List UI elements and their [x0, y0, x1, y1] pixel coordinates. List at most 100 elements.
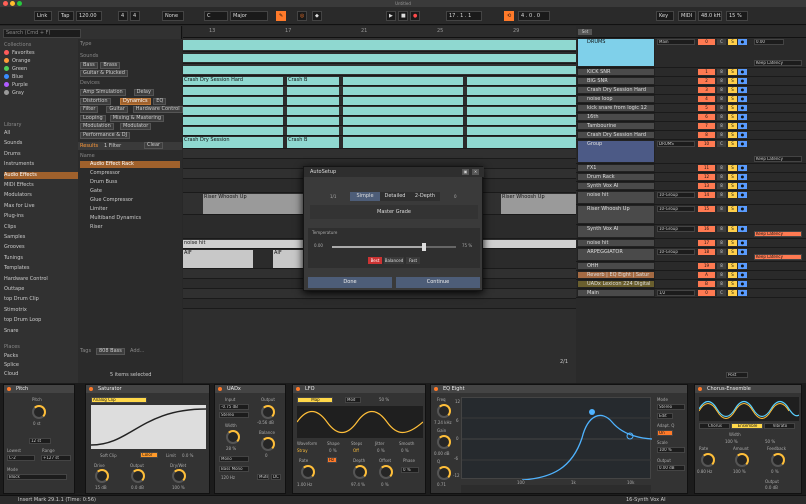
- arrangement-clip[interactable]: [183, 87, 283, 95]
- arm-button[interactable]: ●: [738, 165, 747, 171]
- solo-button[interactable]: S: [728, 114, 737, 120]
- places-item[interactable]: Cloud: [4, 371, 18, 378]
- device-filter-chip[interactable]: Delay: [133, 89, 154, 96]
- post-fader-toggle[interactable]: Post: [726, 372, 748, 378]
- latency-ms-field[interactable]: 0.00: [754, 39, 784, 45]
- arrangement-clip[interactable]: [183, 127, 283, 135]
- drywet-knob[interactable]: [172, 469, 186, 483]
- arrangement-clip[interactable]: [287, 97, 339, 105]
- arm-button[interactable]: ●: [738, 290, 747, 296]
- metronome-icon[interactable]: ◎: [297, 11, 307, 21]
- library-item[interactable]: Clips: [4, 224, 16, 231]
- ensemble-mode-button[interactable]: Ensemble: [731, 423, 763, 429]
- places-item[interactable]: Packs: [4, 353, 18, 360]
- play-icon[interactable]: ▶: [386, 11, 396, 21]
- arrangement-clip[interactable]: [183, 54, 576, 62]
- arrangement-track[interactable]: [183, 38, 576, 52]
- pan-value[interactable]: 8: [717, 249, 726, 255]
- track-name[interactable]: Crash Dry Session Hard: [577, 86, 655, 94]
- solo-button[interactable]: S: [728, 192, 737, 198]
- arm-button[interactable]: ●: [738, 206, 747, 212]
- solo-button[interactable]: S: [728, 132, 737, 138]
- uadx-output-knob[interactable]: [261, 405, 275, 419]
- track-number[interactable]: 11: [698, 165, 715, 171]
- places-item[interactable]: Splice: [4, 362, 19, 369]
- keep-latency-toggle[interactable]: Keep Latency: [754, 231, 802, 237]
- loop-switch-icon[interactable]: ⟲: [504, 11, 514, 21]
- track-name[interactable]: Main: [577, 289, 655, 297]
- solo-button[interactable]: S: [728, 226, 737, 232]
- track-number[interactable]: 10: [698, 141, 715, 147]
- library-item[interactable]: Stimotrix: [4, 307, 27, 314]
- track-name[interactable]: Synth Vox AI: [577, 225, 655, 238]
- lfo-map-button[interactable]: Map: [297, 397, 333, 403]
- track-number[interactable]: 19: [698, 263, 715, 269]
- track-name[interactable]: OHH: [577, 262, 655, 270]
- library-item[interactable]: Instruments: [4, 161, 34, 168]
- fast-option[interactable]: Fast: [406, 257, 420, 264]
- keep-latency-toggle[interactable]: Keep Latency: [754, 60, 802, 66]
- arrangement-clip[interactable]: [467, 77, 576, 85]
- device-filter-chip[interactable]: Distortion: [80, 97, 111, 105]
- keep-latency-toggle[interactable]: Keep Latency: [754, 254, 802, 260]
- pan-value[interactable]: 8: [717, 165, 726, 171]
- result-item[interactable]: Drum Buss: [80, 179, 180, 186]
- key-root-menu[interactable]: C: [204, 11, 228, 21]
- arrangement-clip[interactable]: [183, 66, 576, 74]
- pitch-mode-menu[interactable]: Block: [7, 474, 67, 480]
- pan-value[interactable]: 8: [717, 206, 726, 212]
- solo-button[interactable]: S: [728, 249, 737, 255]
- solo-button[interactable]: S: [728, 272, 737, 278]
- depth-knob[interactable]: [353, 465, 367, 479]
- arm-button[interactable]: ●: [738, 78, 747, 84]
- track-name[interactable]: Group: [577, 140, 655, 163]
- device-filter-chip[interactable]: Looping: [80, 114, 106, 122]
- arrangement-clip[interactable]: Riser Whoosh Up: [501, 194, 576, 214]
- close-window-icon[interactable]: [3, 1, 8, 6]
- track-number[interactable]: 4: [698, 96, 715, 102]
- pan-value[interactable]: 8: [717, 281, 726, 287]
- record-icon[interactable]: ●: [410, 11, 420, 21]
- arm-button[interactable]: ●: [738, 272, 747, 278]
- library-item[interactable]: top Drum Clip: [4, 296, 39, 303]
- track-number[interactable]: A: [698, 272, 715, 278]
- arrangement-clip[interactable]: [343, 137, 463, 148]
- arrangement-clip[interactable]: [343, 117, 463, 125]
- range-field[interactable]: +127 st: [41, 455, 71, 461]
- meter-numerator[interactable]: 4: [118, 11, 128, 21]
- track-number[interactable]: 3: [698, 87, 715, 93]
- pan-value[interactable]: 8: [717, 174, 726, 180]
- arm-button[interactable]: ●: [738, 192, 747, 198]
- track-number[interactable]: 5: [698, 105, 715, 111]
- solo-button[interactable]: S: [728, 87, 737, 93]
- track-name[interactable]: DRUMS: [577, 38, 655, 67]
- best-option[interactable]: Best: [368, 257, 382, 264]
- midi-map-button[interactable]: MIDI: [678, 11, 696, 21]
- minimize-window-icon[interactable]: [10, 1, 15, 6]
- bass-mono-button[interactable]: Bass Mono: [219, 466, 249, 472]
- vibrato-mode-button[interactable]: Vibrato: [764, 423, 795, 429]
- collection-orange[interactable]: Orange: [4, 58, 30, 65]
- chorus-amount-knob[interactable]: [735, 453, 749, 467]
- track-number[interactable]: B: [698, 281, 715, 287]
- track-name[interactable]: BIG SNR: [577, 77, 655, 85]
- sound-filter-chip[interactable]: Brass: [100, 62, 121, 69]
- arrangement-clip[interactable]: [467, 127, 576, 135]
- track-number[interactable]: 8: [698, 132, 715, 138]
- arrangement-clip[interactable]: [343, 107, 463, 115]
- arrangement-clip[interactable]: [183, 117, 283, 125]
- arrangement-clip[interactable]: [287, 87, 339, 95]
- pan-value[interactable]: 8: [717, 132, 726, 138]
- device-filter-chip[interactable]: EQ: [153, 97, 167, 105]
- lowest-note-field[interactable]: C-2: [7, 455, 35, 461]
- pan-value[interactable]: C: [717, 290, 726, 296]
- eq-q-knob[interactable]: [437, 466, 451, 480]
- input-routing-menu[interactable]: 10-Group: [657, 206, 695, 212]
- stop-icon[interactable]: ■: [398, 11, 408, 21]
- pan-value[interactable]: 8: [717, 105, 726, 111]
- pan-value[interactable]: 8: [717, 114, 726, 120]
- arrangement-clip[interactable]: [287, 107, 339, 115]
- track-number[interactable]: 15: [698, 206, 715, 212]
- track-name[interactable]: noise loop: [577, 95, 655, 103]
- scale-menu[interactable]: Major: [230, 11, 268, 21]
